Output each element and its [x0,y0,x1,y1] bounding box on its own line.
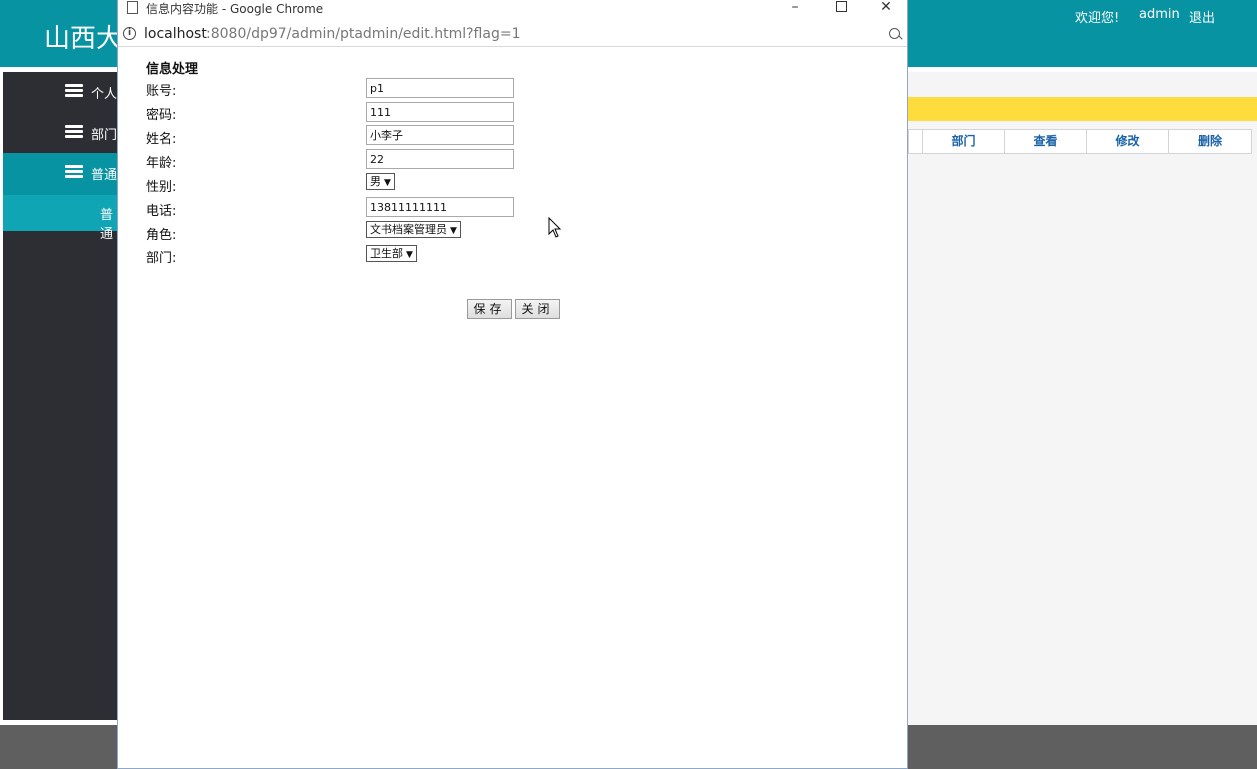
phone-input[interactable] [366,197,514,217]
sidebar-item-label: 部门 [91,128,118,143]
document-icon [127,1,138,14]
maximize-icon [835,1,847,12]
popup-window: 信息内容功能 - Google Chrome – ✕ i localhost :… [117,0,908,769]
minimize-button[interactable]: – [780,0,810,17]
sidebar-item-label: 普通 [91,168,118,183]
password-input[interactable] [366,102,514,122]
logout-link[interactable]: 退出 [1189,7,1215,26]
dropdown-arrow-icon: ▼ [384,178,391,188]
account-input[interactable] [366,78,514,98]
save-button[interactable]: 保存 [467,299,512,319]
app-title: 山西大 [44,24,123,54]
gender-label: 性别: [146,180,177,195]
password-label: 密码: [146,108,177,123]
column-header-edit: 修改 [1086,130,1168,153]
stack-icon [65,125,83,139]
age-input[interactable] [366,149,514,169]
sidebar-item-general[interactable]: 普通 [3,153,118,195]
info-icon[interactable]: i [123,27,136,40]
role-label: 角色: [146,228,177,243]
table-header: 部门 查看 修改 删除 [908,129,1252,154]
window-titlebar[interactable]: 信息内容功能 - Google Chrome – ✕ [118,0,907,21]
column-header-department: 部门 [922,130,1004,153]
department-value: 卫生部 [370,247,403,260]
column-header-delete: 删除 [1168,130,1251,153]
close-window-button[interactable]: ✕ [871,0,901,17]
url-host: localhost [144,26,207,42]
stack-icon [65,165,83,179]
gender-select[interactable]: 男 ▼ [366,173,395,190]
name-input[interactable] [366,125,514,145]
welcome-text: 欢迎您! [1075,11,1120,26]
name-label: 姓名: [146,132,177,147]
sidebar-subitem-label: 普通 [100,208,114,242]
username: admin [1139,7,1180,22]
close-button[interactable]: 关闭 [515,299,560,319]
mouse-pointer-icon [548,217,562,238]
department-select[interactable]: 卫生部 ▼ [366,245,417,262]
maximize-button[interactable] [826,0,856,17]
stack-icon [65,84,83,98]
form-title: 信息处理 [146,62,199,77]
sidebar: 个人 部门 普通 普通 [3,72,118,720]
sidebar-item-label: 个人 [91,87,118,102]
dropdown-arrow-icon: ▼ [450,226,457,236]
age-label: 年龄: [146,156,177,171]
column-header-view: 查看 [1004,130,1086,153]
url-path: :8080/dp97/admin/ptadmin/edit.html?flag=… [206,26,521,42]
sidebar-item-personal[interactable]: 个人 [3,72,118,112]
sidebar-subitem-general[interactable]: 普通 [3,195,118,242]
sidebar-item-department[interactable]: 部门 [3,113,118,153]
window-title: 信息内容功能 - Google Chrome [146,2,324,16]
zoom-icon[interactable] [889,28,900,39]
role-select[interactable]: 文书档案管理员 ▼ [366,221,461,238]
department-label: 部门: [146,251,177,266]
gender-value: 男 [370,175,381,188]
address-bar[interactable]: i localhost :8080/dp97/admin/ptadmin/edi… [118,21,907,47]
phone-label: 电话: [146,204,177,219]
role-value: 文书档案管理员 [370,223,447,236]
account-label: 账号: [146,84,177,99]
notice-bar [908,97,1257,121]
dropdown-arrow-icon: ▼ [406,250,413,260]
